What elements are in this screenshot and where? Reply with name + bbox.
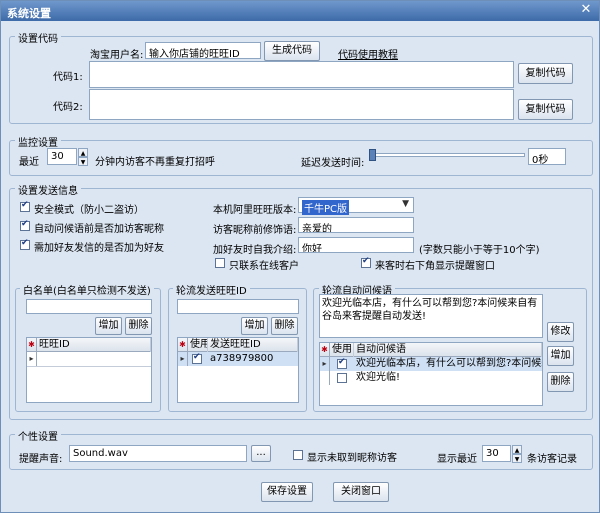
code2-label: 代码2: [53,102,83,113]
intro-hint: (字数只能小于等于10个字) [419,245,540,256]
whitelist-col-id: 旺旺ID [37,338,151,352]
no-repeat-label: 分钟内访客不再重复打招呼 [95,157,215,168]
close-icon[interactable]: ✕ [579,3,593,17]
code-settings-label: 设置代码 [15,30,61,45]
whitelist-header: ✱ 旺旺ID [27,338,151,352]
window-title: 系统设置 [7,7,51,20]
version-label: 本机阿里旺旺版本: [213,205,297,216]
greetings-col-use: 使用 [332,343,354,357]
username-input[interactable]: 输入你店铺的旺旺ID [145,42,261,59]
generate-code-button[interactable]: 生成代码 [264,41,320,61]
popup-notice-label: 来客时右下角显示提醒窗口 [375,261,495,272]
rotation-row-use-checkbox[interactable] [192,352,202,364]
online-only-label: 只联系在线客户 [229,261,299,272]
delay-slider-thumb[interactable] [369,149,376,161]
greetings-header: ✱ 使用 自动问候语 [320,343,542,357]
row-pointer-icon: ▸ [320,357,330,371]
greetings-table[interactable]: ✱ 使用 自动问候语 ▸ 欢迎光临本店，有什么可以帮到您?本问候来 欢迎光临! [319,342,543,406]
sound-file-input[interactable]: Sound.wav [69,445,247,462]
row-marker-icon: ✱ [27,338,37,352]
auto-greet-label: 自动问候语前是否加访客昵称 [34,224,164,235]
greeting-add-button[interactable]: 增加 [547,346,574,366]
version-select-value: 千牛PC版 [302,200,350,215]
table-row[interactable]: 欢迎光临! [320,371,542,385]
sound-label: 提醒声音: [19,454,63,465]
greetings-col-text: 自动问候语 [354,343,542,357]
rotation-col-id: 发送旺旺ID [208,338,298,352]
show-unknown-label: 显示未取到昵称访客 [307,453,397,464]
nickname-input[interactable]: 亲爱的 [298,217,414,233]
whitelist-delete-button[interactable]: 删除 [125,317,152,335]
chevron-down-icon[interactable]: ▼ [402,199,409,209]
copy-code1-button[interactable]: 复制代码 [518,63,573,84]
rotation-add-button[interactable]: 增加 [241,317,268,335]
code1-field[interactable] [89,61,514,88]
rotation-delete-button[interactable]: 删除 [271,317,298,335]
save-button[interactable]: 保存设置 [261,482,313,502]
row-marker-icon: ✱ [178,338,188,352]
browse-sound-button[interactable]: ... [251,445,271,462]
whitelist-label: 白名单(白名单只检测不发送) [20,282,154,297]
personal-label: 个性设置 [15,428,61,443]
safe-mode-label: 安全模式（防小二盗访） [34,205,144,216]
copy-code2-button[interactable]: 复制代码 [518,99,573,120]
whitelist-add-button[interactable]: 增加 [95,317,122,335]
username-label: 淘宝用户名: [90,50,144,61]
version-select[interactable]: 千牛PC版 ▼ [298,197,414,215]
row-marker-icon: ✱ [320,343,330,357]
recent-minutes-stepper[interactable]: ▲ ▼ [78,148,88,166]
recent-label: 最近 [19,157,39,168]
rotation-row-id: a738979800 [210,353,274,364]
delay-slider-track[interactable] [369,153,525,157]
show-unknown-checkbox[interactable] [293,450,303,460]
settings-window: 系统设置 ✕ 设置代码 淘宝用户名: 输入你店铺的旺旺ID 生成代码 代码使用教… [0,0,600,513]
show-recent-stepper[interactable]: ▲ ▼ [512,445,522,463]
greeting-row-text: 欢迎光临! [356,372,401,383]
intro-label: 加好友时自我介绍: [213,245,297,256]
whitelist-table[interactable]: ✱ 旺旺ID ▸ [26,337,152,403]
monitor-label: 监控设置 [15,134,61,149]
show-recent-input[interactable]: 30 [482,445,511,462]
whitelist-input[interactable] [26,299,152,314]
send-info-label: 设置发送信息 [15,182,81,197]
greeting-row-use-checkbox[interactable] [337,357,347,369]
add-friend-label: 需加好友发信的是否加为好友 [34,243,164,254]
table-row[interactable]: ▸ 欢迎光临本店，有什么可以帮到您?本问候来 [320,357,542,371]
safe-mode-checkbox[interactable] [20,200,30,212]
add-friend-checkbox[interactable] [20,238,30,250]
intro-input[interactable]: 你好 [298,237,414,253]
help-link[interactable]: 代码使用教程 [338,46,398,61]
code2-field[interactable] [89,89,514,120]
records-label: 条访客记录 [527,454,577,465]
rotation-ids-label: 轮流发送旺旺ID [173,282,250,297]
greeting-delete-button[interactable]: 删除 [547,372,574,392]
greeting-row-text: 欢迎光临本店，有什么可以帮到您?本问候来 [356,358,542,369]
rotation-ids-header: ✱ 使用 发送旺旺ID [178,338,298,352]
delay-value-field[interactable]: 0秒 [528,148,566,165]
show-recent-label: 显示最近 [437,454,477,465]
recent-minutes-input[interactable]: 30 [47,148,77,165]
row-pointer-icon: ▸ [178,352,188,366]
title-bar: 系统设置 ✕ [1,1,599,21]
greeting-row-use-checkbox[interactable] [337,373,347,383]
table-row[interactable]: ▸ [27,352,151,367]
table-row[interactable]: ▸ a738979800 [178,352,298,366]
code1-label: 代码1: [53,72,83,83]
rotation-ids-table[interactable]: ✱ 使用 发送旺旺ID ▸ a738979800 [177,337,299,403]
online-only-checkbox[interactable] [215,258,225,268]
rotation-id-input[interactable] [177,299,299,314]
nickname-label: 访客昵称前修饰语: [213,225,297,236]
row-pointer-icon: ▸ [27,352,37,366]
greeting-edit-button[interactable]: 修改 [547,322,574,342]
close-window-button[interactable]: 关闭窗口 [333,482,389,502]
delay-label: 延迟发送时间: [301,158,365,169]
greeting-text-field[interactable]: 欢迎光临本店，有什么可以帮到您?本问候来自有谷岛来客提醒自动发送! [319,294,543,338]
rotation-col-use: 使用 [190,338,208,352]
auto-greet-checkbox[interactable] [20,219,30,231]
popup-notice-checkbox[interactable] [361,256,371,268]
